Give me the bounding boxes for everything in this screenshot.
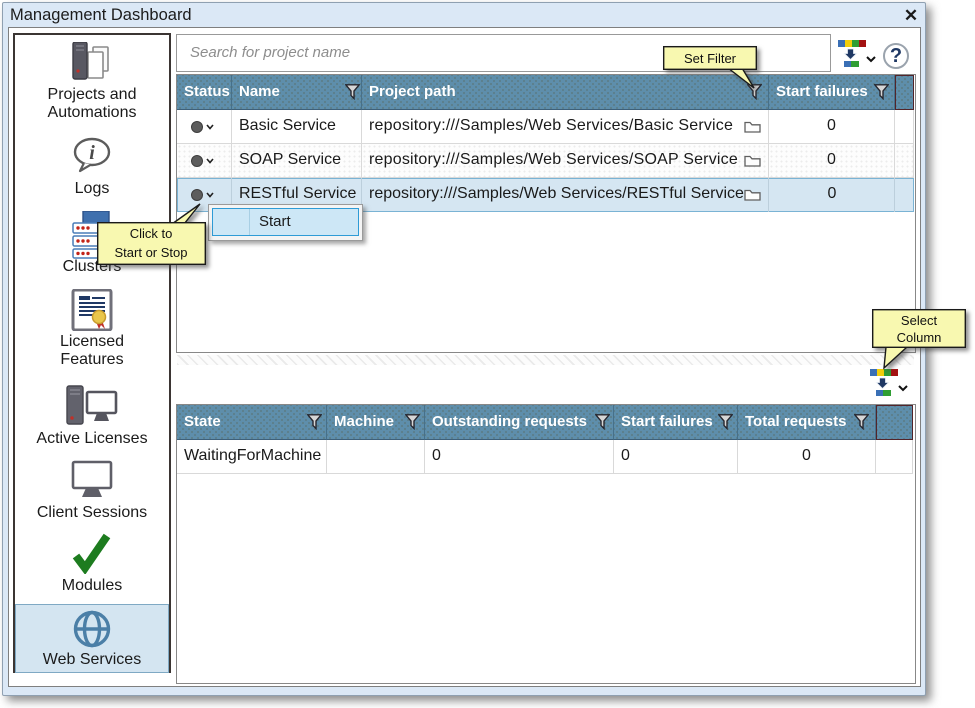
svg-text:Start or Stop: Start or Stop <box>115 245 188 260</box>
svg-text:Set Filter: Set Filter <box>684 51 737 66</box>
svg-text:i: i <box>89 142 95 164</box>
svg-text:Column: Column <box>897 330 942 345</box>
svg-text:Select: Select <box>901 313 938 328</box>
svg-text:Click to: Click to <box>130 226 173 241</box>
